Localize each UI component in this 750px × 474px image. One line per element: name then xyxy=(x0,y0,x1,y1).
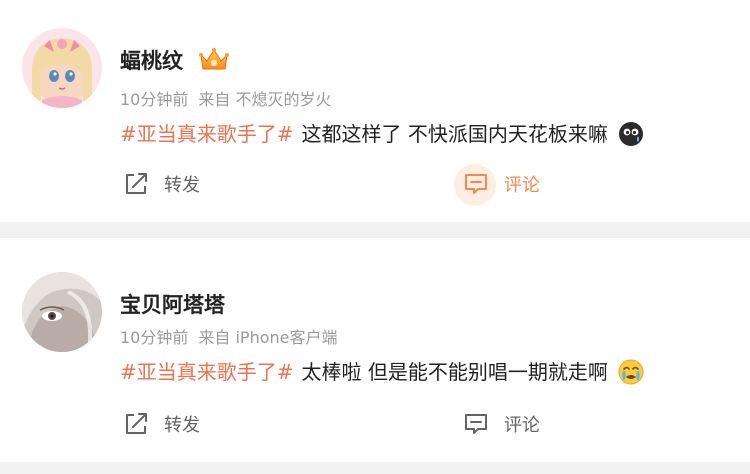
anime-girl-avatar-icon xyxy=(22,28,102,108)
comment-icon xyxy=(465,414,487,434)
comment-label: 评论 xyxy=(504,175,540,196)
post-source[interactable]: 不熄灭的岁火 xyxy=(235,90,331,109)
post-content: #亚当真来歌手了# 太棒啦 但是能不能别唱一期就走啊 xyxy=(120,356,644,385)
source-prefix: 来自 xyxy=(198,328,231,347)
forward-button[interactable]: 转发 xyxy=(122,410,200,438)
post-card: 蝠桃纹 10分钟前 来自 不熄灭的岁火 #亚当真来歌手了# 这都这样了 不快派国内天… xyxy=(0,0,750,222)
sweat-drop-face-icon xyxy=(619,122,644,146)
post-meta: 10分钟前 来自 iPhone客户端 xyxy=(120,324,338,348)
forward-label: 转发 xyxy=(164,175,200,196)
crying-face-icon xyxy=(618,359,644,385)
username[interactable]: 蝠桃纹 xyxy=(120,45,183,75)
portrait-avatar-icon xyxy=(22,272,102,352)
hashtag-link[interactable]: #亚当真来歌手了# xyxy=(120,360,294,384)
post-source[interactable]: iPhone客户端 xyxy=(235,328,337,347)
post-time: 10分钟前 xyxy=(120,328,189,347)
comment-icon xyxy=(465,174,487,194)
source-prefix: 来自 xyxy=(198,90,231,109)
weibo-feed: 蝠桃纹 10分钟前 来自 不熄灭的岁火 #亚当真来歌手了# 这都这样了 不快派国内天… xyxy=(0,0,750,474)
share-icon xyxy=(126,413,147,434)
comment-button[interactable]: 评论 xyxy=(462,170,540,198)
forward-label: 转发 xyxy=(164,415,200,436)
share-icon xyxy=(126,173,147,194)
post-text: 这都这样了 不快派国内天花板来嘛 xyxy=(301,122,608,146)
crown-badge-icon[interactable] xyxy=(198,47,230,73)
comment-button[interactable]: 评论 xyxy=(462,410,540,438)
post-card: 宝贝阿塔塔 10分钟前 来自 iPhone客户端 #亚当真来歌手了# 太棒啦 但是能… xyxy=(0,238,750,462)
comment-label: 评论 xyxy=(504,415,540,436)
forward-button[interactable]: 转发 xyxy=(122,170,200,198)
avatar[interactable] xyxy=(22,28,102,108)
username[interactable]: 宝贝阿塔塔 xyxy=(120,289,225,319)
post-meta: 10分钟前 来自 不熄灭的岁火 xyxy=(120,86,332,110)
post-text: 太棒啦 但是能不能别唱一期就走啊 xyxy=(301,360,608,384)
avatar[interactable] xyxy=(22,272,102,352)
post-content: #亚当真来歌手了# 这都这样了 不快派国内天花板来嘛 xyxy=(120,118,644,147)
hashtag-link[interactable]: #亚当真来歌手了# xyxy=(120,122,294,146)
post-time: 10分钟前 xyxy=(120,90,189,109)
